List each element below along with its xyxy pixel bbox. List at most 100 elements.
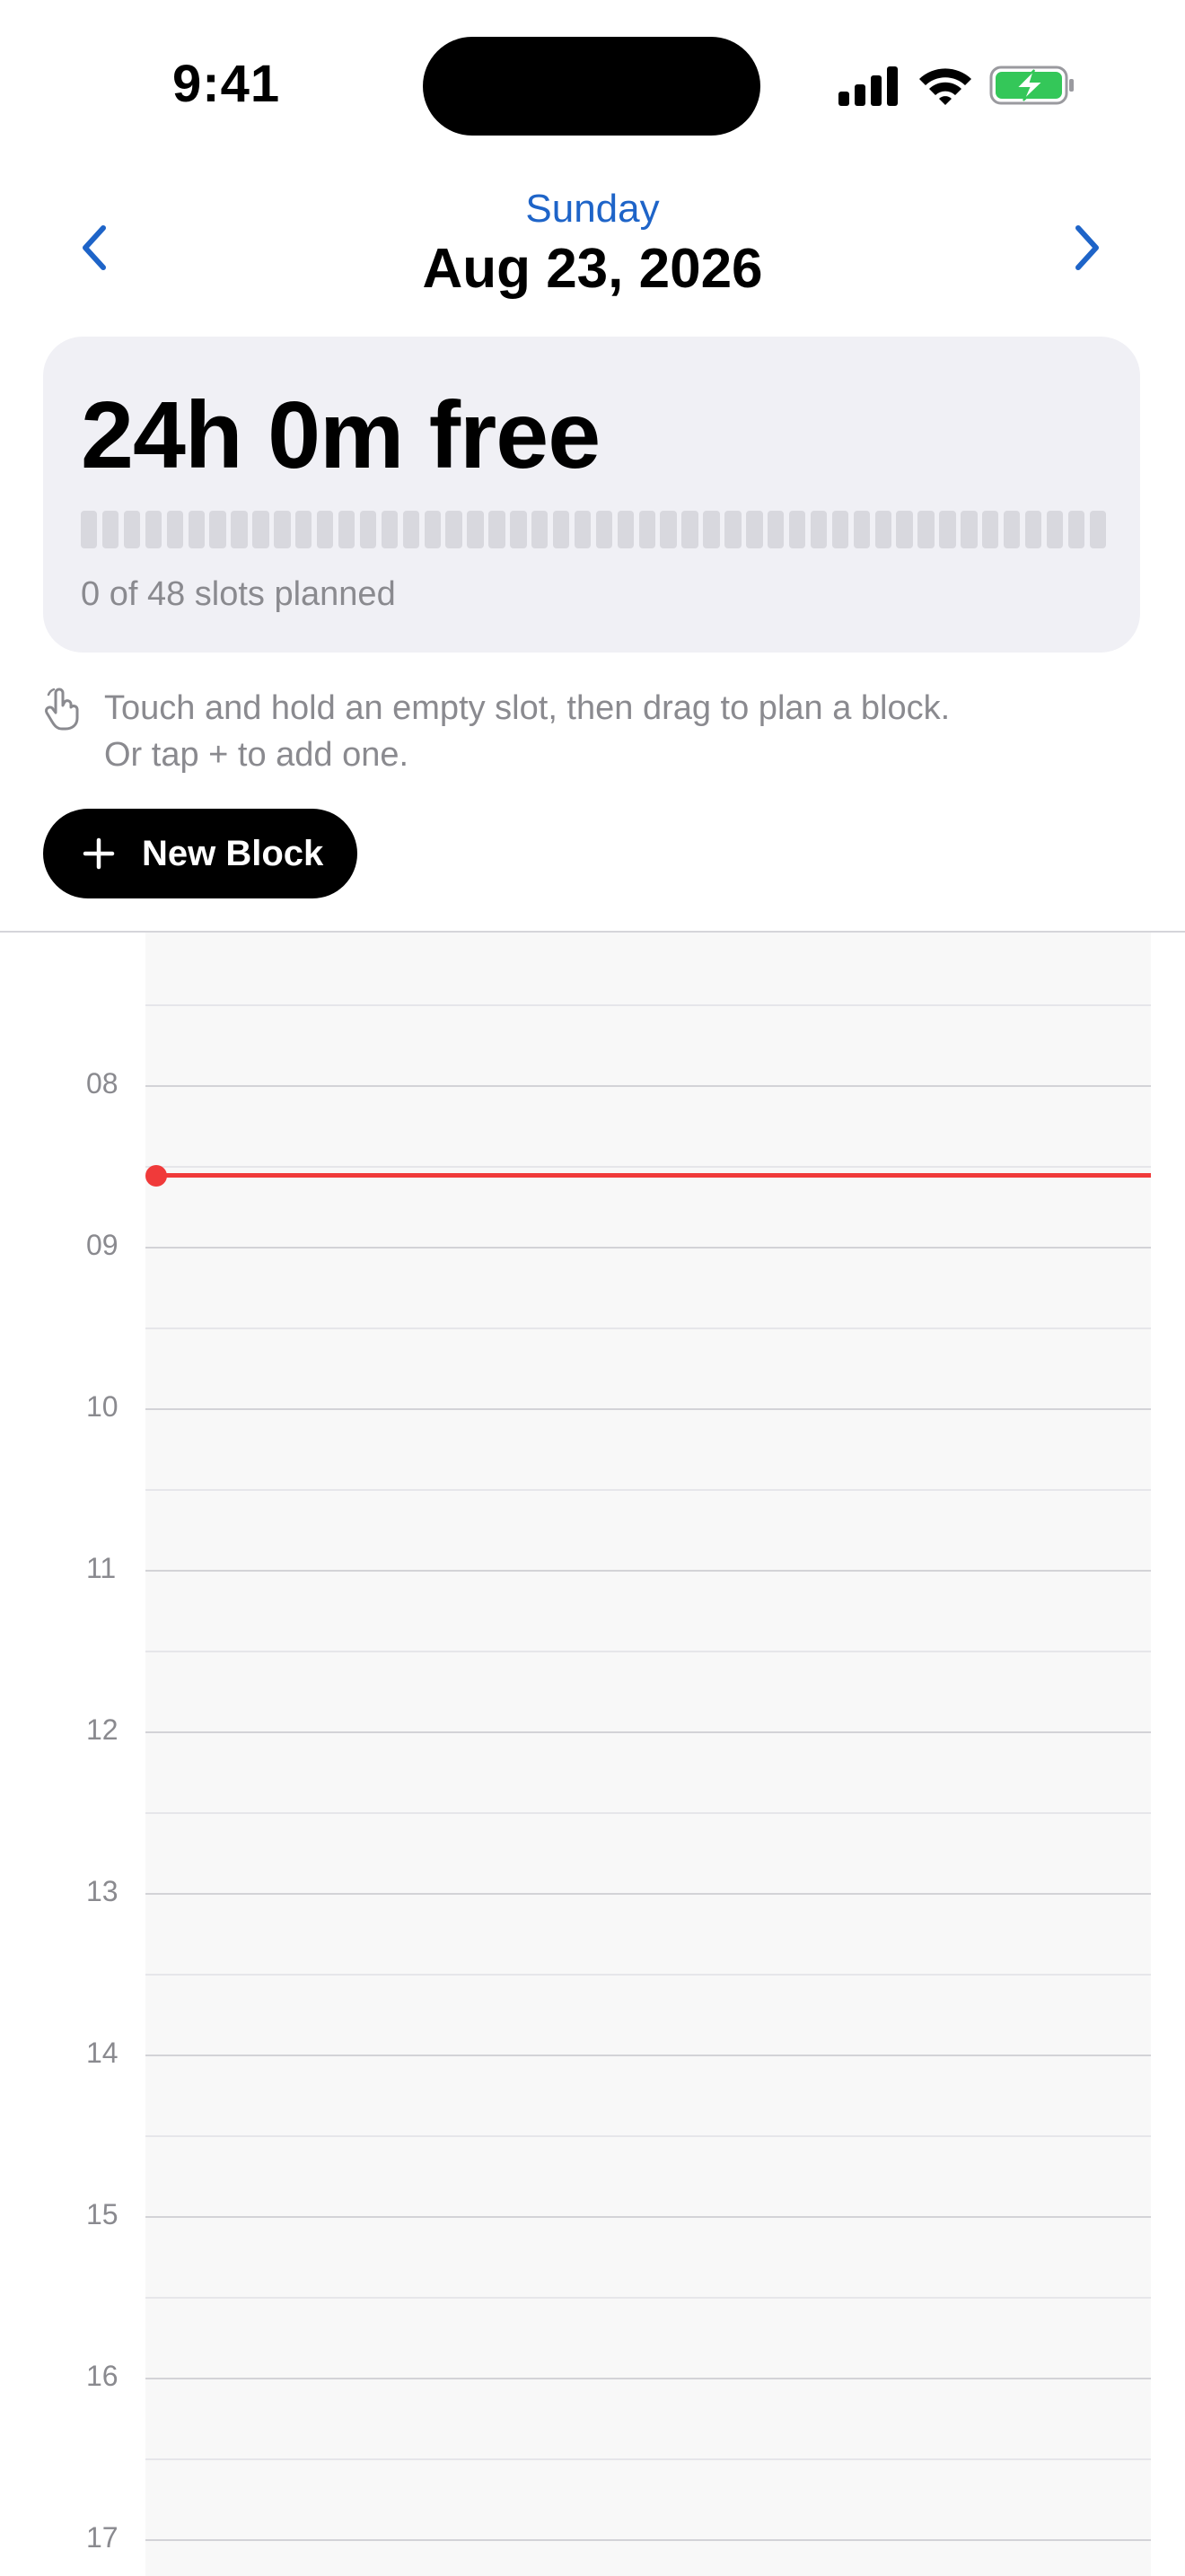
slot-segment xyxy=(617,511,635,548)
slot-segment xyxy=(638,511,655,548)
slot-segment xyxy=(810,511,828,548)
slot-segment xyxy=(488,511,505,548)
slot-segment xyxy=(231,511,248,548)
hour-gridline xyxy=(145,1085,1151,1087)
slot-segment xyxy=(552,511,570,548)
slot-segment xyxy=(660,511,677,548)
slot-segment xyxy=(316,511,334,548)
current-time-dot xyxy=(145,1165,167,1187)
half-hour-gridline xyxy=(145,2135,1151,2137)
status-time: 9:41 xyxy=(172,55,281,113)
hour-label: 17 xyxy=(86,2521,118,2554)
hour-gridline xyxy=(145,1570,1151,1572)
slot-segment xyxy=(295,511,312,548)
half-hour-gridline xyxy=(145,1812,1151,1814)
slot-segment xyxy=(961,511,978,548)
slot-segment xyxy=(874,511,891,548)
slot-segment xyxy=(831,511,849,548)
half-hour-gridline xyxy=(145,1004,1151,1006)
hour-gridline xyxy=(145,2539,1151,2541)
hour-label: 09 xyxy=(86,1229,118,1261)
slot-segment xyxy=(746,511,763,548)
slot-segment xyxy=(1089,511,1106,548)
hour-gridline xyxy=(145,1731,1151,1733)
slot-segment xyxy=(768,511,785,548)
slot-segment xyxy=(209,511,226,548)
next-day-button[interactable] xyxy=(1056,212,1119,284)
slot-segment xyxy=(917,511,935,548)
hour-gridline xyxy=(145,2378,1151,2379)
slot-segment xyxy=(81,511,98,548)
hour-label: 16 xyxy=(86,2360,118,2392)
hour-gridline xyxy=(145,1247,1151,1249)
current-time-indicator xyxy=(154,1173,1151,1178)
slot-segment xyxy=(145,511,162,548)
slot-segment xyxy=(1046,511,1064,548)
slots-planned-label: 0 of 48 slots planned xyxy=(81,575,396,613)
slot-segment xyxy=(402,511,419,548)
dynamic-island xyxy=(423,37,760,136)
slot-segment xyxy=(531,511,549,548)
half-hour-gridline xyxy=(145,2297,1151,2299)
wifi-icon xyxy=(919,68,971,105)
hour-label: 12 xyxy=(86,1713,118,1746)
slot-segment xyxy=(252,511,269,548)
half-hour-gridline xyxy=(145,1327,1151,1329)
hand-tap-icon xyxy=(45,688,79,731)
slot-segment xyxy=(788,511,806,548)
slot-segment xyxy=(467,511,484,548)
hour-gridline xyxy=(145,2055,1151,2056)
free-time-label: 24h 0m free xyxy=(81,382,601,488)
summary-card: 24h 0m free 0 of 48 slots planned xyxy=(43,337,1140,653)
hint-text-line-2: Or tap + to add one. xyxy=(104,736,409,774)
new-block-button[interactable]: New Block xyxy=(43,809,357,898)
status-bar: 9:41 xyxy=(0,0,1185,171)
hour-label: 11 xyxy=(86,1552,117,1584)
hour-label: 07 xyxy=(86,933,118,939)
page-title: Aug 23, 2026 xyxy=(422,238,763,300)
slot-segment xyxy=(1067,511,1085,548)
half-hour-gridline xyxy=(145,1651,1151,1652)
hour-label: 15 xyxy=(86,2198,118,2230)
slot-segment xyxy=(574,511,592,548)
cellular-signal-icon xyxy=(838,65,900,106)
slot-segment xyxy=(123,511,141,548)
hour-gridline xyxy=(145,1893,1151,1895)
slot-segment xyxy=(595,511,613,548)
slot-segment xyxy=(724,511,742,548)
battery-charging-icon xyxy=(989,66,1074,105)
slot-segment xyxy=(166,511,184,548)
slot-segment xyxy=(381,511,399,548)
hint-text-line-1: Touch and hold an empty slot, then drag … xyxy=(104,689,951,727)
slot-segment xyxy=(274,511,291,548)
plus-icon xyxy=(83,837,115,870)
hour-label: 08 xyxy=(86,1067,118,1100)
slot-segment xyxy=(982,511,999,548)
half-hour-gridline xyxy=(145,1489,1151,1491)
slot-segment xyxy=(101,511,119,548)
slot-segment xyxy=(1024,511,1042,548)
slot-segment xyxy=(681,511,698,548)
timeline-grid[interactable] xyxy=(145,933,1151,2576)
hour-gridline xyxy=(145,2216,1151,2218)
slot-progress-bar xyxy=(81,511,1106,548)
slot-segment xyxy=(939,511,956,548)
slot-segment xyxy=(510,511,527,548)
slot-segment xyxy=(703,511,720,548)
slot-segment xyxy=(1003,511,1021,548)
chevron-right-icon xyxy=(1075,225,1099,270)
slot-segment xyxy=(359,511,377,548)
day-of-week: Sunday xyxy=(525,187,660,231)
slot-segment xyxy=(424,511,441,548)
half-hour-gridline xyxy=(145,1974,1151,1976)
new-block-label: New Block xyxy=(142,833,324,873)
slot-segment xyxy=(896,511,913,548)
hour-gridline xyxy=(145,1408,1151,1410)
slot-segment xyxy=(338,511,356,548)
hour-label: 14 xyxy=(86,2037,118,2069)
slot-segment xyxy=(188,511,205,548)
hour-label: 10 xyxy=(86,1390,118,1423)
half-hour-gridline xyxy=(145,2458,1151,2460)
day-timeline[interactable]: 07 08 09 10 11 12 13 14 15 16 17 xyxy=(0,931,1185,2576)
slot-segment xyxy=(445,511,462,548)
